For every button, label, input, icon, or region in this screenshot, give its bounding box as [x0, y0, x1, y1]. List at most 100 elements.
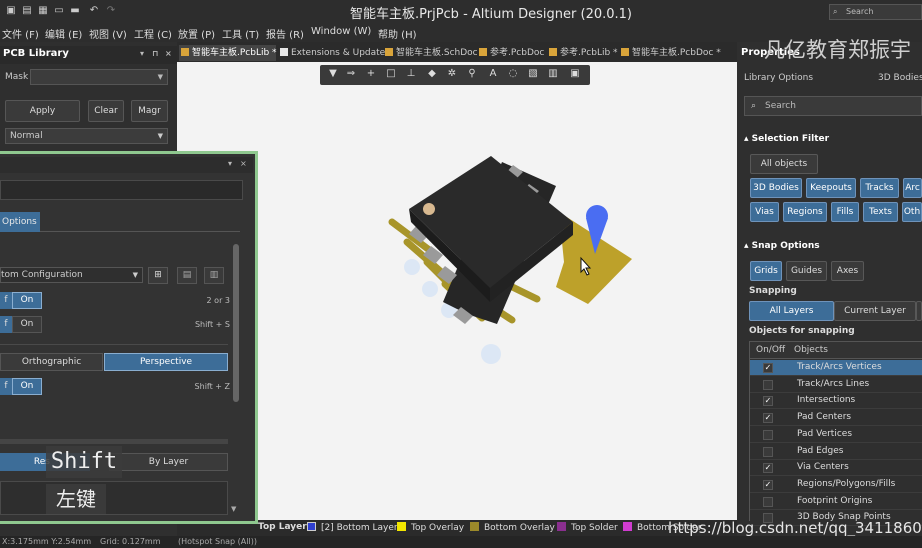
toggle-off[interactable]: f [0, 316, 12, 333]
mode-select[interactable]: Normal ▼ [5, 128, 168, 144]
tab-ref-pcblib[interactable]: 参考.PcbLib * [547, 45, 618, 61]
checkbox[interactable]: ✓ [763, 363, 773, 373]
divider [0, 344, 228, 345]
redo-icon[interactable]: ↷ [104, 4, 118, 18]
toggle-on[interactable]: On [12, 292, 42, 309]
filter-regions[interactable]: Regions [783, 202, 827, 222]
all-layers-button[interactable]: All Layers [749, 301, 834, 321]
menu-reports[interactable]: 报告 (R) [266, 26, 304, 41]
tab-pcbdoc[interactable]: 智能车主板.PcbDoc * [619, 45, 721, 61]
toggle-on[interactable]: On [12, 316, 42, 333]
search-icon: ⌕ [833, 7, 838, 16]
filter-tracks[interactable]: Tracks [860, 178, 899, 198]
pcb-3d-canvas[interactable]: ▼ ⇒ + □ ⊥ ◆ ✲ ⚲ A ◌ ▧ ▥ ▣ [177, 62, 737, 520]
menu-place[interactable]: 放置 (P) [178, 26, 215, 41]
properties-search-input[interactable]: ⌕ Search [744, 96, 922, 116]
table-row[interactable]: Track/Arcs Lines [750, 377, 922, 393]
by-layer-button[interactable]: By Layer [109, 453, 228, 471]
snap-grids[interactable]: Grids [750, 261, 782, 281]
pin-icon[interactable]: ⊓ [152, 49, 158, 58]
checkbox[interactable]: ✓ [763, 413, 773, 424]
open-project-icon[interactable]: ▬ [68, 4, 82, 18]
menu-file[interactable]: 文件 (F) [2, 26, 39, 41]
checkbox[interactable] [763, 496, 773, 507]
filter-other[interactable]: Oth [902, 202, 922, 222]
menu-window[interactable]: Window (W) [311, 26, 371, 37]
toggle-off[interactable]: f [0, 292, 12, 309]
filter-keepouts[interactable]: Keepouts [806, 178, 856, 198]
dialog-menu-icon[interactable]: ▾ [228, 159, 232, 168]
table-row[interactable]: ✓ Track/Arcs Vertices [750, 360, 922, 376]
table-row[interactable]: ✓ Via Centers [750, 460, 922, 477]
close-icon[interactable]: × [165, 49, 172, 58]
scroll-down-icon[interactable]: ▼ [231, 505, 236, 513]
copy-config-button[interactable]: ▤ [177, 267, 197, 284]
filter-3d-bodies[interactable]: 3D Bodies [750, 178, 802, 198]
layer-tab-top[interactable]: Top Layer [258, 522, 307, 532]
perspective-button[interactable]: Perspective [104, 353, 228, 371]
menu-help[interactable]: 帮助 (H) [378, 26, 417, 41]
layer-tab-bottom[interactable]: [2] Bottom Layer [307, 522, 398, 533]
filter-vias[interactable]: Vias [750, 202, 779, 222]
panel-menu-icon[interactable]: ▾ [140, 49, 144, 58]
filter-texts[interactable]: Texts [863, 202, 898, 222]
save-all-icon[interactable]: ▦ [36, 4, 50, 18]
current-layer-button[interactable]: Current Layer [834, 301, 916, 321]
scrollbar[interactable] [233, 244, 239, 402]
tab-view-options[interactable]: Options [0, 212, 40, 232]
tab-schdoc[interactable]: 智能车主板.SchDoc [383, 45, 478, 61]
panel-header: PCB Library ▾ ⊓ × [0, 46, 177, 64]
tab-pcblib[interactable]: 智能车主板.PcbLib * [179, 45, 277, 61]
menu-project[interactable]: 工程 (C) [134, 26, 172, 41]
dialog-search-bar[interactable] [0, 180, 243, 200]
table-row[interactable]: ✓ Regions/Polygons/Fills [750, 477, 922, 493]
checkbox[interactable] [763, 429, 773, 440]
checkbox[interactable]: ✓ [763, 396, 773, 407]
close-icon[interactable]: × [240, 159, 247, 168]
menu-edit[interactable]: 编辑 (E) [45, 26, 82, 41]
snap-options-header[interactable]: ▴ Snap Options [744, 241, 820, 251]
layer-tab-bottom-overlay[interactable]: Bottom Overlay [470, 522, 555, 533]
layer-label: Top Layer [258, 522, 307, 532]
global-search-input[interactable]: ⌕ Search [829, 4, 922, 20]
table-row[interactable]: ✓ Pad Centers [750, 410, 922, 427]
mask-input[interactable]: ▼ [30, 69, 168, 85]
apply-button[interactable]: Apply [5, 100, 80, 122]
orthographic-button[interactable]: Orthographic [0, 353, 103, 371]
checkbox[interactable] [763, 446, 773, 457]
configuration-select[interactable]: tom Configuration ▼ [0, 267, 143, 283]
layer-tab-top-overlay[interactable]: Top Overlay [397, 522, 464, 533]
snap-guides[interactable]: Guides [786, 261, 827, 281]
magnify-button[interactable]: Magr [131, 100, 168, 122]
table-row[interactable]: Footprint Origins [750, 494, 922, 510]
row-label: Via Centers [797, 462, 849, 473]
checkbox[interactable]: ✓ [763, 479, 773, 490]
more-layers-button[interactable] [916, 301, 922, 321]
toggle-on[interactable]: On [12, 378, 42, 395]
table-row[interactable]: ✓ Intersections [750, 393, 922, 410]
layer-tab-top-solder[interactable]: Top Solder [557, 522, 618, 533]
clear-button[interactable]: Clear [88, 100, 124, 122]
menu-view[interactable]: 视图 (V) [89, 26, 127, 41]
checkbox[interactable] [763, 379, 773, 390]
filter-fills[interactable]: Fills [831, 202, 859, 222]
selection-filter-header[interactable]: ▴ Selection Filter [744, 134, 829, 144]
delete-config-button[interactable]: ▥ [204, 267, 224, 284]
table-row[interactable]: Pad Edges [750, 444, 922, 460]
table-row[interactable]: Pad Vertices [750, 427, 922, 443]
checkbox[interactable]: ✓ [763, 463, 773, 474]
all-objects-button[interactable]: All objects [750, 154, 818, 174]
tab-extensions[interactable]: Extensions & Updates [278, 45, 390, 61]
tab-ref-pcbdoc[interactable]: 参考.PcbDoc [477, 45, 544, 61]
pcbdoc-file-icon [621, 48, 629, 56]
menu-tools[interactable]: 工具 (T) [222, 26, 259, 41]
save-icon[interactable]: ▤ [20, 4, 34, 18]
filter-arcs[interactable]: Arc [903, 178, 922, 198]
properties-panel: Properties 凡亿教育郑振宇 Library Options 3D Bo… [737, 38, 922, 548]
toggle-off[interactable]: f [0, 378, 12, 395]
snapping-label: Snapping [749, 286, 797, 296]
open-folder-icon[interactable]: ▭ [52, 4, 66, 18]
undo-icon[interactable]: ↶ [87, 4, 101, 18]
snap-axes[interactable]: Axes [831, 261, 864, 281]
save-config-button[interactable]: ⊞ [148, 267, 168, 284]
